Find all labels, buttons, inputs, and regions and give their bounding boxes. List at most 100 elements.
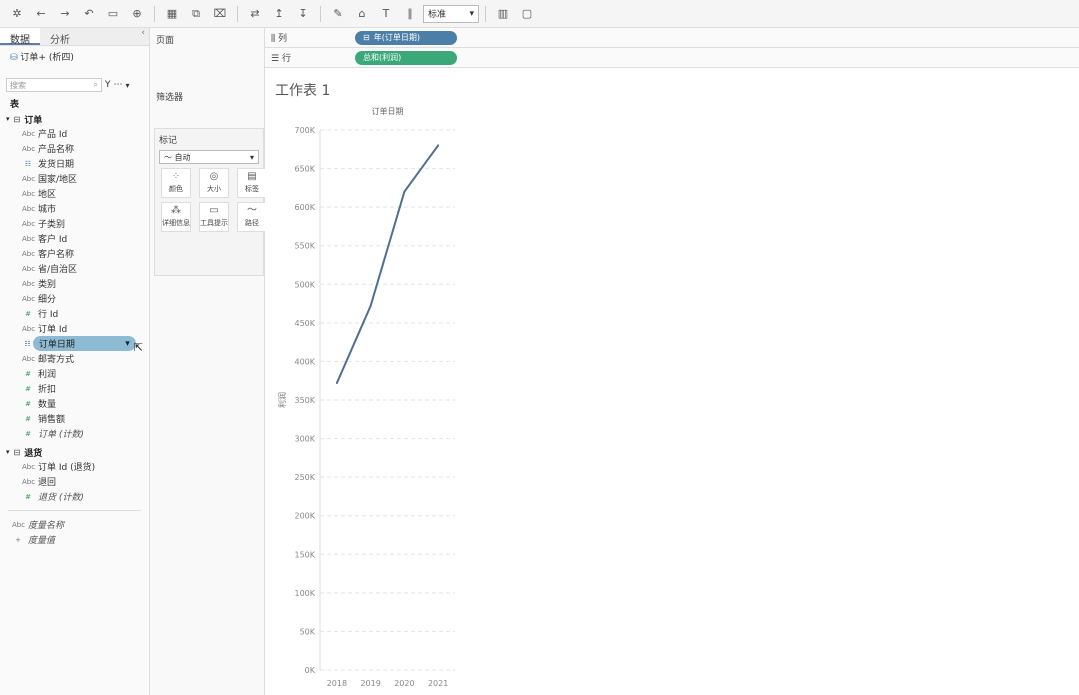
field-item[interactable]: Abc 客户名称	[0, 246, 149, 261]
marks-type-value: 自动	[174, 152, 191, 162]
collapse-icon[interactable]: ‹	[80, 28, 149, 45]
tab-data[interactable]: 数据	[0, 28, 40, 46]
y-tick-label: 700K	[294, 126, 315, 135]
size-button[interactable]: ◎ 大小	[199, 168, 229, 198]
redo-icon[interactable]: →	[54, 4, 76, 24]
x-tick-label: 2021	[428, 679, 448, 688]
search-input[interactable]: 搜索 ⌕	[6, 78, 102, 92]
line-chart: 订单日期 0K 50K 100K 150K 200K 250K 300K 350K 400K 450…	[277, 106, 455, 688]
detail-button[interactable]: ⁂ 详细信息	[161, 202, 191, 232]
datasource-label[interactable]: ⛁ 订单+ (析四)	[0, 46, 149, 63]
y-tick-label: 350K	[294, 396, 315, 405]
table-header-orders[interactable]: ▾ ⊟ 订单	[0, 112, 149, 126]
fit-select[interactable]: 标准 ▾	[423, 4, 479, 23]
field-item[interactable]: Abc 地区	[0, 186, 149, 201]
field-item[interactable]: ☷ 发货日期	[0, 156, 149, 171]
group-icon[interactable]: ⌂	[351, 4, 373, 24]
field-item[interactable]: Abc 退回	[0, 474, 149, 489]
y-tick-label: 400K	[294, 357, 315, 366]
data-point[interactable]	[403, 190, 406, 193]
field-item[interactable]: Abc 产品 Id	[0, 126, 149, 141]
field-name: 退回	[38, 478, 57, 488]
sort-asc-icon[interactable]: ↥	[268, 4, 290, 24]
present-icon[interactable]: ▢	[516, 4, 538, 24]
field-item[interactable]: Abc 客户 Id	[0, 231, 149, 246]
measure-values-icon: +	[15, 535, 21, 544]
fix-axes-icon[interactable]: ∥	[399, 4, 421, 24]
number-type-icon: #	[25, 399, 31, 408]
show-me-icon[interactable]: ▥	[492, 4, 514, 24]
field-name: 地区	[38, 190, 57, 200]
revert-icon[interactable]: ↶	[78, 4, 100, 24]
string-type-icon: Abc	[22, 144, 36, 153]
clear-icon[interactable]: ⌧	[209, 4, 231, 24]
tableau-logo-icon[interactable]: ✲	[6, 4, 28, 24]
rows-pill-label: 总和(利润)	[363, 53, 402, 62]
pages-shelf[interactable]	[150, 51, 264, 85]
more-icon[interactable]: ⋯	[114, 80, 123, 90]
string-type-icon: Abc	[12, 520, 26, 529]
field-item[interactable]: Abc 产品名称	[0, 141, 149, 156]
data-point[interactable]	[369, 304, 372, 307]
columns-shelf[interactable]: ⫼ 列 ⊟ 年(订单日期)	[265, 28, 1079, 48]
field-item[interactable]: ☷ 订单日期 ▾ ⇱	[0, 336, 149, 354]
field-item[interactable]: Abc 类别	[0, 276, 149, 291]
field-item[interactable]: Abc 度量名称	[0, 517, 149, 532]
string-type-icon: Abc	[22, 264, 36, 273]
table-header-returns[interactable]: ▾ ⊟ 退货	[0, 445, 149, 459]
field-item[interactable]: Abc 订单 Id (退货)	[0, 459, 149, 474]
tab-analysis[interactable]: 分析	[40, 28, 80, 46]
field-highlight[interactable]: 订单日期 ▾	[32, 336, 136, 351]
field-item[interactable]: Abc 省/自治区	[0, 261, 149, 276]
label-icon[interactable]: T	[375, 4, 397, 24]
path-button[interactable]: 〜 路径	[237, 202, 267, 232]
field-item[interactable]: # 行 Id	[0, 306, 149, 321]
tooltip-button[interactable]: ▭ 工具提示	[199, 202, 229, 232]
field-item[interactable]: # 数量	[0, 396, 149, 411]
field-item[interactable]: Abc 邮寄方式	[0, 351, 149, 366]
new-datasource-icon[interactable]: ⊕	[126, 4, 148, 24]
new-worksheet-icon[interactable]: ▦	[161, 4, 183, 24]
data-point[interactable]	[437, 144, 440, 147]
table-returns: ▾ ⊟ 退货 Abc 订单 Id (退货) Abc 退回 # 退货 (计数)	[0, 445, 149, 504]
marks-type-select[interactable]: 〜 自动 ▾	[159, 150, 259, 164]
chevron-down-icon[interactable]: ▾	[125, 339, 130, 349]
field-name: 邮寄方式	[38, 355, 75, 365]
save-icon[interactable]: ▭	[102, 4, 124, 24]
data-point[interactable]	[335, 382, 338, 385]
collapse-triangle-icon: ▾	[6, 115, 10, 123]
field-name: 客户名称	[38, 250, 75, 260]
field-name: 订单日期	[38, 340, 75, 350]
sort-desc-icon[interactable]: ↧	[292, 4, 314, 24]
duplicate-icon[interactable]: ⧉	[185, 4, 207, 24]
table-icon: ⊟	[13, 447, 21, 457]
field-item[interactable]: Abc 城市	[0, 201, 149, 216]
series-line[interactable]	[335, 144, 439, 384]
field-item[interactable]: Abc 订单 Id	[0, 321, 149, 336]
highlight-icon[interactable]: ✎	[327, 4, 349, 24]
string-type-icon: Abc	[22, 294, 36, 303]
undo-icon[interactable]: ←	[30, 4, 52, 24]
color-button[interactable]: ⁘ 颜色	[161, 168, 191, 198]
field-item[interactable]: # 订单 (计数)	[0, 426, 149, 441]
field-item[interactable]: # 销售额	[0, 411, 149, 426]
field-item[interactable]: # 退货 (计数)	[0, 489, 149, 504]
field-item[interactable]: # 利润	[0, 366, 149, 381]
field-item[interactable]: # 折扣	[0, 381, 149, 396]
filter-icon[interactable]: Y	[105, 80, 111, 90]
field-item[interactable]: Abc 细分	[0, 291, 149, 306]
field-name: 数量	[38, 400, 57, 410]
string-type-icon: Abc	[22, 477, 36, 486]
number-type-icon: #	[25, 429, 31, 438]
columns-pill[interactable]: ⊟ 年(订单日期)	[355, 30, 457, 45]
rows-shelf[interactable]: ☰ 行 总和(利润)	[265, 48, 1079, 68]
swap-icon[interactable]: ⇄	[244, 4, 266, 24]
rows-pill[interactable]: 总和(利润)	[355, 50, 457, 65]
field-item[interactable]: + 度量值	[0, 532, 149, 547]
field-item[interactable]: Abc 国家/地区	[0, 171, 149, 186]
field-item[interactable]: Abc 子类别	[0, 216, 149, 231]
shelves-column: 页面 筛选器 标记 〜 自动 ▾ ⁘ 颜色 ◎ 大小 ▤ 标签 ⁂ 详细信息 ▭…	[150, 28, 267, 695]
label-button[interactable]: ▤ 标签	[237, 168, 267, 198]
size-icon: ◎	[209, 171, 219, 182]
chevron-down-icon[interactable]: ▾	[126, 81, 130, 90]
